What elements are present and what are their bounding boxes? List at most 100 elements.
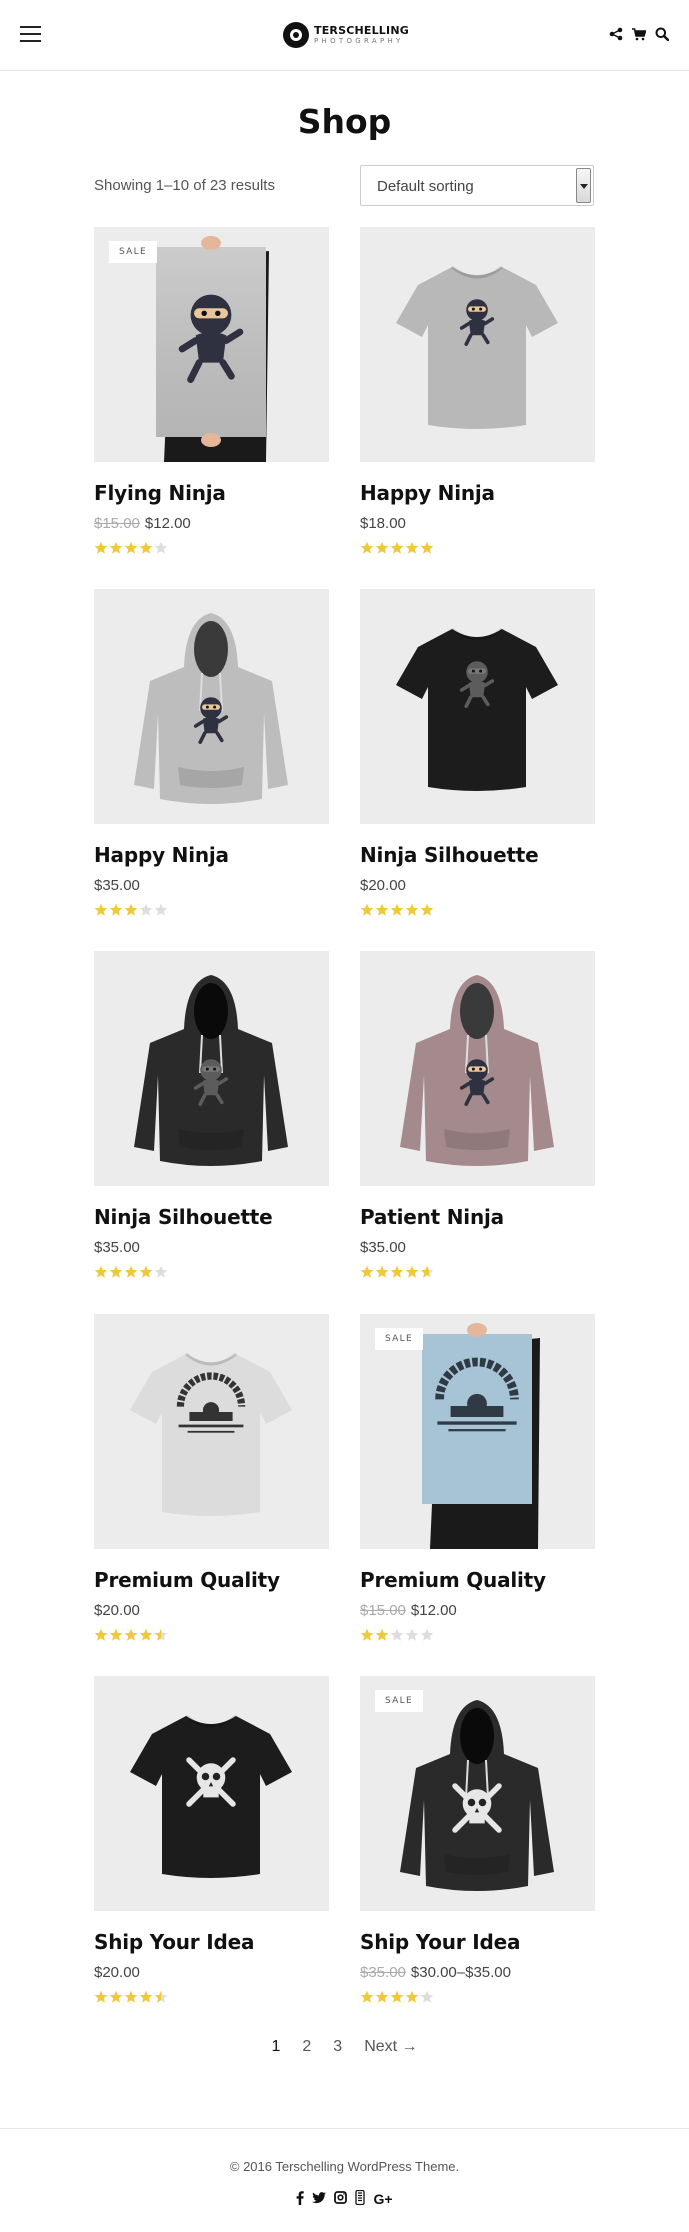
product-title[interactable]: Ninja Silhouette: [360, 843, 595, 867]
product-image[interactable]: SALE: [360, 1676, 595, 1911]
rating-star-icon: [360, 541, 374, 554]
product-price: $20.00: [94, 1964, 329, 1981]
product-card: Patient Ninja $35.00: [360, 951, 595, 1279]
current-price: $35.00: [94, 1239, 140, 1256]
rating-star-icon: [124, 1628, 138, 1641]
rating-star-icon: [375, 1265, 389, 1278]
star-rating: [360, 903, 595, 917]
product-title[interactable]: Ninja Silhouette: [94, 1205, 329, 1229]
logo-title: TERSCHELLING: [314, 23, 409, 37]
twitter-icon[interactable]: [312, 2191, 327, 2207]
star-rating: [360, 1265, 595, 1279]
product-image[interactable]: [360, 589, 595, 824]
share-icon[interactable]: [609, 27, 623, 41]
product-price: $15.00 $12.00: [94, 515, 329, 532]
product-title[interactable]: Patient Ninja: [360, 1205, 595, 1229]
product-card: Premium Quality $20.00: [94, 1314, 329, 1642]
rating-star-icon: [139, 541, 153, 554]
rating-star-icon: [420, 1265, 434, 1278]
product-image[interactable]: SALE: [360, 1314, 595, 1549]
rating-star-icon: [405, 1265, 419, 1278]
product-card: Happy Ninja $18.00: [360, 227, 595, 555]
sort-selected-value: Default sorting: [377, 178, 474, 195]
product-card: Ninja Silhouette $20.00: [360, 589, 595, 917]
current-price: $12.00: [144, 515, 191, 532]
product-image[interactable]: SALE: [94, 227, 329, 462]
google-plus-icon[interactable]: G+: [373, 2191, 392, 2207]
sale-badge: SALE: [109, 241, 157, 263]
star-rating: [360, 1628, 595, 1642]
rating-star-icon: [124, 903, 138, 916]
rating-star-icon: [375, 541, 389, 554]
current-price: $20.00: [360, 877, 406, 894]
rating-star-icon: [109, 541, 123, 554]
rating-star-icon: [360, 1265, 374, 1278]
page-link-2[interactable]: 2: [302, 2038, 311, 2056]
pagination: 1 2 3 Next →: [0, 2038, 689, 2056]
product-image[interactable]: [94, 1676, 329, 1911]
current-price: $12.00: [410, 1602, 457, 1619]
product-title[interactable]: Premium Quality: [360, 1568, 595, 1592]
star-rating: [94, 903, 329, 917]
rating-star-icon: [94, 1990, 108, 2003]
product-title[interactable]: Ship Your Idea: [360, 1930, 595, 1954]
current-price: $20.00: [94, 1602, 140, 1619]
star-rating: [360, 1990, 595, 2004]
next-page-link[interactable]: Next →: [364, 2038, 417, 2056]
site-logo[interactable]: TERSCHELLING PHOTOGRAPHY: [283, 21, 409, 49]
logo-subtitle: PHOTOGRAPHY: [314, 36, 404, 45]
site-header: TERSCHELLING PHOTOGRAPHY: [0, 0, 689, 71]
rating-star-icon: [375, 1990, 389, 2003]
rating-star-icon: [390, 1628, 404, 1641]
product-title[interactable]: Happy Ninja: [94, 843, 329, 867]
cart-icon[interactable]: [632, 27, 647, 41]
product-image[interactable]: [94, 951, 329, 1186]
search-icon[interactable]: [655, 27, 670, 42]
site-footer: © 2016 Terschelling WordPress Theme. G+: [0, 2128, 689, 2232]
vimeo-icon[interactable]: [355, 2189, 366, 2208]
product-image[interactable]: [360, 227, 595, 462]
product-card: SALE Ship Your Idea $35.00 $30.00–$35.00: [360, 1676, 595, 2004]
product-price: $20.00: [94, 1602, 329, 1619]
dropdown-arrow-icon[interactable]: [576, 168, 591, 203]
instagram-icon[interactable]: [334, 2191, 348, 2207]
facebook-icon[interactable]: [296, 2190, 305, 2208]
rating-star-icon: [94, 1628, 108, 1641]
rating-star-icon: [94, 1265, 108, 1278]
hamburger-menu-icon[interactable]: [20, 26, 41, 43]
product-image[interactable]: [94, 589, 329, 824]
product-title[interactable]: Flying Ninja: [94, 481, 329, 505]
product-price: $20.00: [360, 877, 595, 894]
rating-star-icon: [405, 1990, 419, 2003]
current-price: $35.00: [360, 1239, 406, 1256]
social-links: G+: [0, 2189, 689, 2208]
rating-star-icon: [139, 1990, 153, 2003]
old-price: $35.00: [360, 1964, 406, 1981]
rating-star-icon: [375, 903, 389, 916]
star-rating: [360, 541, 595, 555]
sort-select[interactable]: Default sorting: [360, 165, 594, 206]
page-link-1: 1: [271, 2038, 281, 2055]
rating-star-icon: [154, 541, 168, 554]
rating-star-icon: [124, 1265, 138, 1278]
product-card: SALE Flying Ninja $15.00 $12.00: [94, 227, 329, 555]
product-image[interactable]: [360, 951, 595, 1186]
rating-star-icon: [420, 1990, 434, 2003]
rating-star-icon: [405, 541, 419, 554]
product-title[interactable]: Happy Ninja: [360, 481, 595, 505]
rating-star-icon: [109, 1265, 123, 1278]
rating-star-icon: [420, 1628, 434, 1641]
product-image[interactable]: [94, 1314, 329, 1549]
product-price: $18.00: [360, 515, 595, 532]
rating-star-icon: [390, 1265, 404, 1278]
product-price: $15.00 $12.00: [360, 1602, 595, 1619]
current-price: $18.00: [360, 515, 406, 532]
rating-star-icon: [154, 1628, 168, 1641]
old-price: $15.00: [94, 515, 140, 532]
rating-star-icon: [420, 541, 434, 554]
product-title[interactable]: Ship Your Idea: [94, 1930, 329, 1954]
product-title[interactable]: Premium Quality: [94, 1568, 329, 1592]
product-price: $35.00: [360, 1239, 595, 1256]
rating-star-icon: [360, 1990, 374, 2003]
page-link-3[interactable]: 3: [333, 2038, 342, 2056]
